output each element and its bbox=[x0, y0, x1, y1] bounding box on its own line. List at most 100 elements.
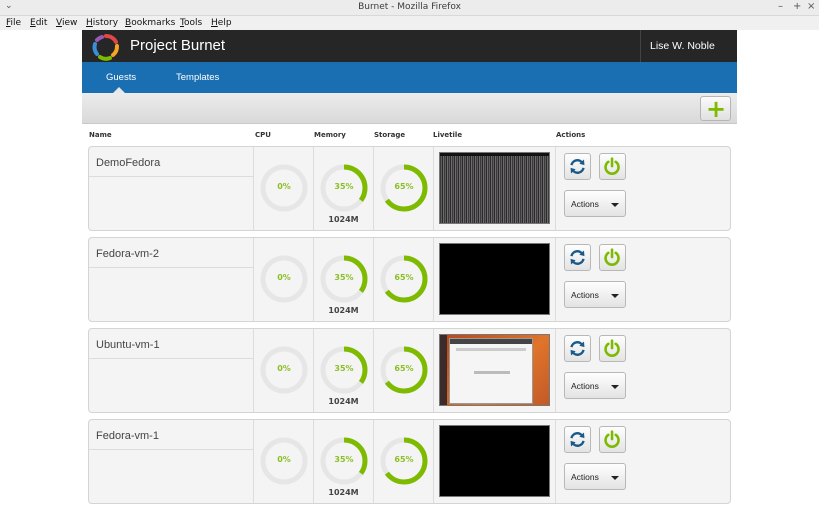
livetile-screen[interactable] bbox=[439, 152, 550, 224]
storage-cell: 65% bbox=[374, 420, 434, 503]
power-icon bbox=[604, 248, 620, 266]
menu-bar: File Edit View History Bookmarks Tools Help bbox=[0, 16, 819, 30]
guest-name-cell: Fedora-vm-1 bbox=[89, 420, 254, 503]
cpu-cell: 0% bbox=[254, 147, 314, 230]
actions-dropdown[interactable]: Actions bbox=[564, 190, 626, 217]
actions-dropdown[interactable]: Actions bbox=[564, 372, 626, 399]
livetile-screen[interactable] bbox=[439, 334, 550, 406]
reset-button[interactable] bbox=[564, 153, 591, 180]
cpu-percent: 0% bbox=[277, 273, 291, 282]
actions-dropdown[interactable]: Actions bbox=[564, 463, 626, 490]
minimize-icon[interactable]: – bbox=[778, 1, 783, 12]
memory-size: 1024M bbox=[328, 488, 359, 497]
memory-size: 1024M bbox=[328, 215, 359, 224]
refresh-icon bbox=[570, 250, 585, 265]
column-header-actions: Actions bbox=[556, 131, 586, 139]
memory-size: 1024M bbox=[328, 306, 359, 315]
memory-cell: 35% 1024M bbox=[314, 420, 374, 503]
guest-name[interactable]: Fedora-vm-2 bbox=[96, 248, 159, 260]
actions-label: Actions bbox=[571, 472, 599, 482]
cpu-cell: 0% bbox=[254, 420, 314, 503]
name-divider bbox=[89, 176, 253, 177]
memory-percent: 35% bbox=[334, 364, 354, 373]
name-divider bbox=[89, 358, 253, 359]
name-divider bbox=[89, 449, 253, 450]
cpu-cell: 0% bbox=[254, 329, 314, 412]
power-icon bbox=[604, 157, 620, 175]
column-header-memory: Memory bbox=[314, 131, 346, 139]
add-guest-button[interactable]: + bbox=[700, 95, 731, 123]
caret-down-icon bbox=[611, 385, 619, 389]
user-name[interactable]: Lise W. Noble bbox=[650, 40, 715, 52]
power-button[interactable] bbox=[599, 426, 626, 453]
guest-row: DemoFedora 0% 35% 1024M 65% Actions bbox=[88, 146, 731, 231]
guest-name[interactable]: Ubuntu-vm-1 bbox=[96, 339, 160, 351]
close-icon[interactable]: × bbox=[807, 1, 815, 12]
menu-view[interactable]: View bbox=[56, 16, 77, 30]
browser-address-bar bbox=[456, 348, 526, 351]
reset-button[interactable] bbox=[564, 426, 591, 453]
storage-percent: 65% bbox=[394, 455, 414, 464]
tab-guests[interactable]: Guests bbox=[106, 72, 136, 83]
caret-down-icon bbox=[611, 476, 619, 480]
memory-cell: 35% 1024M bbox=[314, 147, 374, 230]
memory-size: 1024M bbox=[328, 397, 359, 406]
reset-button[interactable] bbox=[564, 335, 591, 362]
actions-dropdown[interactable]: Actions bbox=[564, 281, 626, 308]
window-title: Burnet - Mozilla Firefox bbox=[358, 2, 461, 12]
storage-cell: 65% bbox=[374, 147, 434, 230]
app-header: Project Burnet Lise W. Noble bbox=[82, 30, 737, 62]
livetile-cell bbox=[434, 147, 556, 230]
cpu-percent: 0% bbox=[277, 455, 291, 464]
livetile-screen[interactable] bbox=[439, 425, 550, 497]
guest-name[interactable]: DemoFedora bbox=[96, 157, 160, 169]
column-header-storage: Storage bbox=[374, 131, 406, 139]
livetile-cell bbox=[434, 420, 556, 503]
livetile-screen[interactable] bbox=[439, 243, 550, 315]
power-button[interactable] bbox=[599, 244, 626, 271]
burnet-logo-icon bbox=[92, 34, 119, 61]
refresh-icon bbox=[570, 432, 585, 447]
memory-percent: 35% bbox=[334, 182, 354, 191]
browser-window bbox=[449, 338, 533, 404]
column-header-cpu: CPU bbox=[255, 131, 271, 139]
menu-history[interactable]: History bbox=[86, 16, 118, 30]
ubuntu-launcher bbox=[440, 335, 447, 405]
menu-edit[interactable]: Edit bbox=[30, 16, 47, 30]
cpu-percent: 0% bbox=[277, 364, 291, 373]
refresh-icon bbox=[570, 159, 585, 174]
cpu-percent: 0% bbox=[277, 182, 291, 191]
memory-percent: 35% bbox=[334, 273, 354, 282]
menu-bookmarks[interactable]: Bookmarks bbox=[125, 16, 175, 30]
power-button[interactable] bbox=[599, 335, 626, 362]
guest-row: Fedora-vm-2 0% 35% 1024M 65% Actions bbox=[88, 237, 731, 322]
cpu-cell: 0% bbox=[254, 238, 314, 321]
console-topbar bbox=[440, 153, 549, 156]
actions-label: Actions bbox=[571, 290, 599, 300]
power-icon bbox=[604, 430, 620, 448]
guest-row: Fedora-vm-1 0% 35% 1024M 65% Actions bbox=[88, 419, 731, 504]
storage-percent: 65% bbox=[394, 273, 414, 282]
storage-percent: 65% bbox=[394, 182, 414, 191]
app-title: Project Burnet bbox=[130, 37, 226, 54]
browser-window-titlebar bbox=[450, 339, 532, 344]
reset-button[interactable] bbox=[564, 244, 591, 271]
power-button[interactable] bbox=[599, 153, 626, 180]
maximize-icon[interactable]: + bbox=[793, 1, 801, 12]
menu-help[interactable]: Help bbox=[211, 16, 232, 30]
menu-tools[interactable]: Tools bbox=[180, 16, 202, 30]
actions-label: Actions bbox=[571, 381, 599, 391]
menu-file[interactable]: File bbox=[6, 16, 21, 30]
caret-down-icon bbox=[611, 294, 619, 298]
caret-down-icon bbox=[611, 203, 619, 207]
power-icon bbox=[604, 339, 620, 357]
memory-percent: 35% bbox=[334, 455, 354, 464]
user-menu[interactable]: Lise W. Noble bbox=[640, 30, 737, 62]
guest-name[interactable]: Fedora-vm-1 bbox=[96, 430, 159, 442]
livetile-cell bbox=[434, 238, 556, 321]
guest-name-cell: DemoFedora bbox=[89, 147, 254, 230]
guest-row: Ubuntu-vm-1 0% 35% 1024M 65% Actions bbox=[88, 328, 731, 413]
column-header-name: Name bbox=[89, 131, 112, 139]
tab-templates[interactable]: Templates bbox=[176, 72, 219, 83]
browser-search-box bbox=[474, 371, 510, 374]
